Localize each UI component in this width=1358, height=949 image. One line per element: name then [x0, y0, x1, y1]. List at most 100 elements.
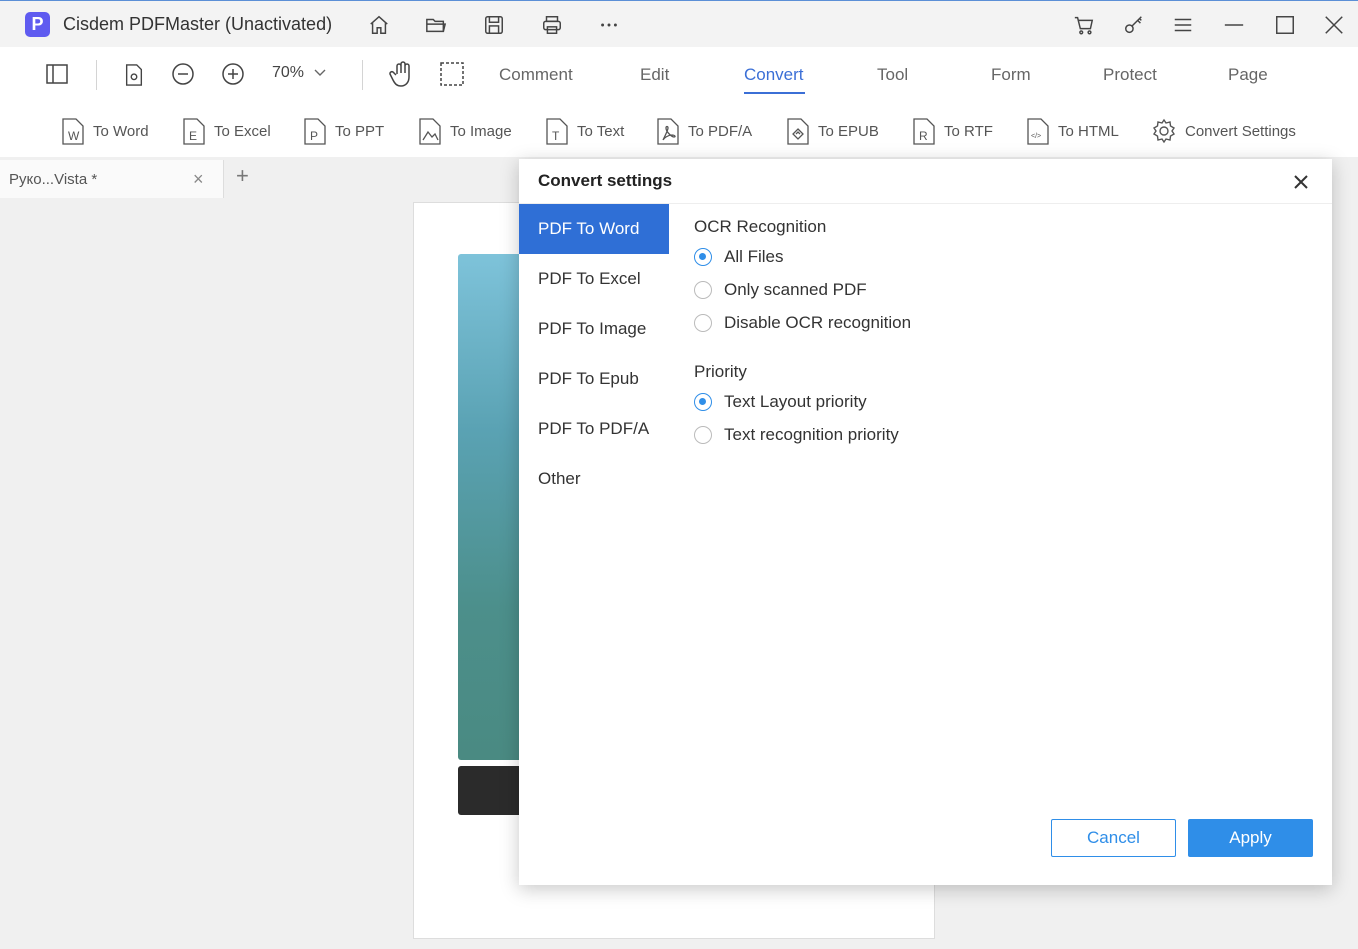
add-tab-button[interactable]: +: [236, 163, 249, 189]
to-text-label: To Text: [577, 122, 625, 140]
ppt-file-icon: P: [304, 118, 326, 145]
more-icon[interactable]: [597, 13, 621, 37]
close-window-icon[interactable]: [1322, 13, 1346, 37]
to-image-label: To Image: [450, 122, 512, 140]
tab-protect[interactable]: Protect: [1103, 65, 1157, 85]
sidebar-item-other[interactable]: Other: [519, 454, 669, 504]
word-file-icon: W: [62, 118, 84, 145]
gear-icon: [1153, 118, 1175, 144]
rtf-file-icon: R: [913, 118, 935, 145]
marquee-select-icon[interactable]: [439, 61, 465, 87]
convert-settings-label: Convert Settings: [1185, 122, 1296, 140]
convert-settings-button[interactable]: Convert Settings: [1151, 116, 1296, 146]
sidebar-item-pdf-to-image[interactable]: PDF To Image: [519, 304, 669, 354]
sidebar-toggle-icon[interactable]: [45, 62, 69, 86]
to-word-label: To Word: [93, 122, 149, 140]
ocr-disable-label: Disable OCR recognition: [724, 313, 912, 332]
page-image: [458, 254, 528, 760]
to-pdfa-label: To PDF/A: [688, 122, 753, 140]
maximize-icon[interactable]: [1273, 13, 1297, 37]
chevron-down-icon: [314, 69, 326, 76]
convert-settings-dialog: Convert settings PDF To Word PDF To Exce…: [519, 159, 1332, 885]
zoom-select[interactable]: 70%: [272, 64, 326, 82]
cancel-button[interactable]: Cancel: [1051, 819, 1176, 857]
ocr-only-scanned-label: Only scanned PDF: [724, 280, 867, 299]
minimize-icon[interactable]: [1222, 13, 1246, 37]
hand-tool-icon[interactable]: [389, 60, 415, 88]
tab-tool[interactable]: Tool: [877, 65, 908, 85]
to-epub-button[interactable]: To EPUB: [786, 116, 879, 146]
close-tab-icon[interactable]: ×: [193, 169, 204, 190]
svg-text:P: P: [310, 129, 318, 143]
tab-comment[interactable]: Comment: [499, 65, 573, 85]
text-file-icon: T: [546, 118, 568, 145]
tab-page[interactable]: Page: [1228, 65, 1268, 85]
to-word-button[interactable]: W To Word: [61, 116, 149, 146]
active-tab-indicator: [744, 92, 805, 94]
print-icon[interactable]: [540, 13, 564, 37]
svg-text:</>: </>: [1031, 133, 1041, 140]
to-html-label: To HTML: [1058, 122, 1119, 140]
priority-recognition-radio[interactable]: Text recognition priority: [694, 424, 899, 446]
toolbar-divider: [362, 60, 363, 90]
html-file-icon: </>: [1027, 118, 1049, 145]
radio-checked-icon: [694, 248, 712, 266]
zoom-value: 70%: [272, 64, 305, 81]
tab-edit[interactable]: Edit: [640, 65, 669, 85]
sidebar-item-pdf-to-excel[interactable]: PDF To Excel: [519, 254, 669, 304]
dialog-title: Convert settings: [538, 171, 673, 190]
ocr-all-files-radio[interactable]: All Files: [694, 246, 784, 268]
ocr-only-scanned-radio[interactable]: Only scanned PDF: [694, 279, 867, 301]
epub-file-icon: [787, 118, 809, 145]
radio-unchecked-icon: [694, 426, 712, 444]
tab-form[interactable]: Form: [991, 65, 1031, 85]
svg-text:W: W: [68, 129, 80, 143]
to-ppt-button[interactable]: P To PPT: [303, 116, 384, 146]
to-image-button[interactable]: To Image: [418, 116, 512, 146]
window-title: Cisdem PDFMaster (Unactivated): [63, 14, 333, 34]
svg-text:E: E: [189, 129, 197, 143]
image-file-icon: [419, 118, 441, 145]
priority-layout-radio[interactable]: Text Layout priority: [694, 391, 867, 413]
key-icon[interactable]: [1122, 13, 1146, 37]
to-ppt-label: To PPT: [335, 122, 385, 140]
to-rtf-label: To RTF: [944, 122, 993, 140]
apply-button[interactable]: Apply: [1188, 819, 1313, 857]
toolbar-divider: [96, 60, 97, 90]
excel-file-icon: E: [183, 118, 205, 145]
to-epub-label: To EPUB: [818, 122, 879, 140]
priority-layout-label: Text Layout priority: [724, 392, 867, 411]
save-icon[interactable]: [482, 13, 506, 37]
ocr-all-files-label: All Files: [724, 247, 784, 266]
svg-text:R: R: [919, 129, 928, 143]
to-pdfa-button[interactable]: To PDF/A: [656, 116, 752, 146]
sidebar-item-pdf-to-pdfa[interactable]: PDF To PDF/A: [519, 404, 669, 454]
zoom-in-icon[interactable]: [221, 62, 245, 86]
ocr-section-label: OCR Recognition: [694, 217, 827, 236]
svg-text:T: T: [552, 129, 560, 143]
app-logo: P: [25, 12, 50, 37]
open-folder-icon[interactable]: [424, 13, 448, 37]
ocr-disable-radio[interactable]: Disable OCR recognition: [694, 312, 911, 334]
menu-icon[interactable]: [1171, 13, 1195, 37]
to-html-button[interactable]: </> To HTML: [1026, 116, 1119, 146]
page-settings-icon[interactable]: [122, 62, 146, 88]
title-bar: P Cisdem PDFMaster (Unactivated): [0, 0, 1358, 47]
to-excel-label: To Excel: [214, 122, 271, 140]
document-tab-label: Руко...Vista *: [9, 171, 98, 188]
close-icon[interactable]: [1291, 172, 1311, 192]
cart-icon[interactable]: [1072, 13, 1096, 37]
to-text-button[interactable]: T To Text: [545, 116, 624, 146]
radio-checked-icon: [694, 393, 712, 411]
radio-unchecked-icon: [694, 314, 712, 332]
zoom-out-icon[interactable]: [171, 62, 195, 86]
sidebar-item-pdf-to-epub[interactable]: PDF To Epub: [519, 354, 669, 404]
document-tab[interactable]: Руко...Vista * ×: [0, 160, 224, 198]
to-rtf-button[interactable]: R To RTF: [912, 116, 993, 146]
to-excel-button[interactable]: E To Excel: [182, 116, 271, 146]
home-icon[interactable]: [367, 13, 391, 37]
pdfa-file-icon: [657, 118, 679, 145]
radio-unchecked-icon: [694, 281, 712, 299]
tab-convert[interactable]: Convert: [744, 65, 804, 85]
sidebar-item-pdf-to-word[interactable]: PDF To Word: [519, 204, 669, 254]
